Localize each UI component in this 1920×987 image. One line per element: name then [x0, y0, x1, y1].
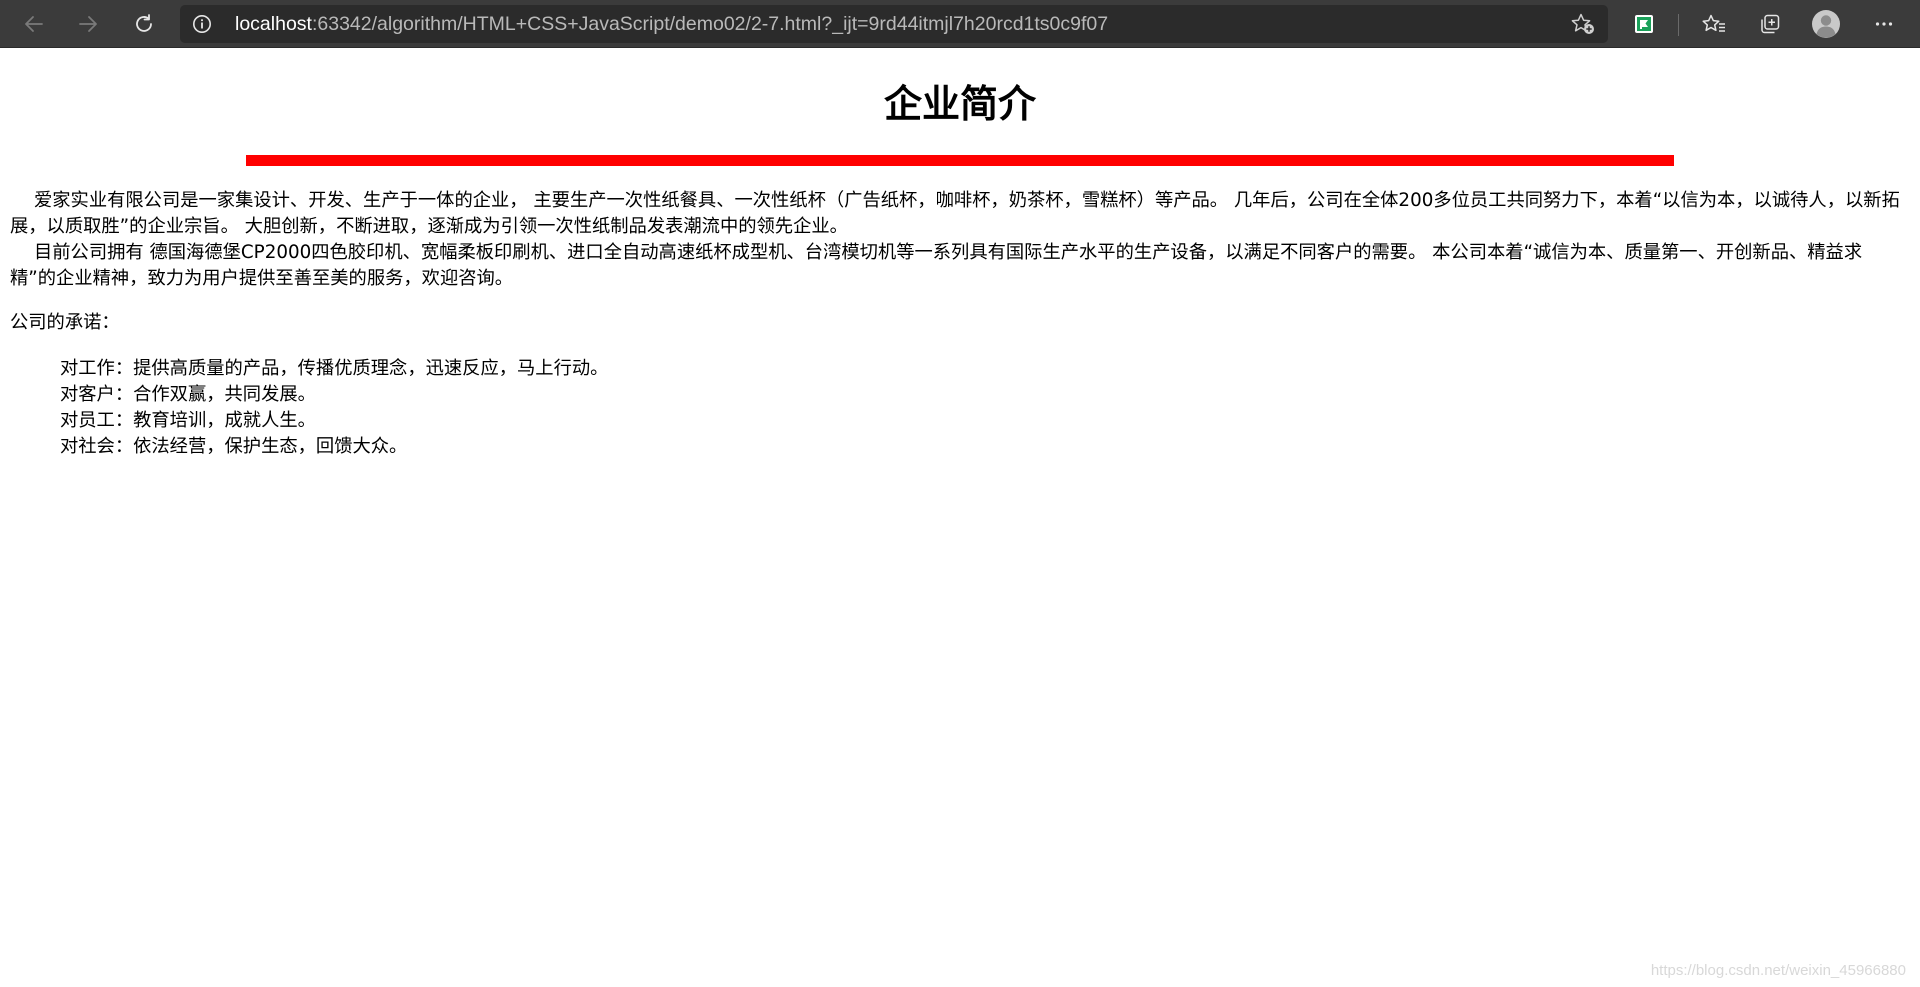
back-arrow-icon [25, 16, 43, 32]
page-content: 企业简介 爱家实业有限公司是一家集设计、开发、生产于一体的企业， 主要生产一次性… [0, 48, 1920, 987]
promise-item: 对员工：教育培训，成就人生。 [60, 410, 316, 431]
forward-arrow-icon [79, 16, 97, 32]
address-bar[interactable]: localhost:63342/algorithm/HTML+CSS+JavaS… [180, 5, 1608, 43]
forward-button[interactable] [70, 6, 106, 42]
promise-label: 公司的承诺： [10, 312, 120, 333]
back-button[interactable] [16, 6, 52, 42]
toolbar-divider [1678, 14, 1679, 36]
more-icon [1875, 22, 1893, 26]
extension-icon [1635, 15, 1653, 33]
red-divider [246, 155, 1674, 166]
url-text[interactable]: localhost:63342/algorithm/HTML+CSS+JavaS… [235, 5, 1108, 43]
extension-button[interactable] [1626, 6, 1662, 42]
browser-toolbar: localhost:63342/algorithm/HTML+CSS+JavaS… [0, 0, 1920, 48]
url-host: localhost [235, 13, 312, 35]
promise-item: 对社会：依法经营，保护生态，回馈大众。 [60, 436, 408, 457]
promise-item: 对客户：合作双赢，共同发展。 [60, 384, 316, 405]
favorites-icon [1702, 14, 1725, 32]
collections-icon [1761, 14, 1780, 34]
profile-button[interactable] [1808, 6, 1844, 42]
refresh-icon [136, 14, 152, 32]
promise-item: 对工作：提供高质量的产品，传播优质理念，迅速反应，马上行动。 [60, 358, 609, 379]
collections-button[interactable] [1752, 6, 1788, 42]
equipment-paragraph: 目前公司拥有 德国海德堡CP2000四色胶印机、宽幅柔板印刷机、进口全自动高速纸… [10, 242, 1863, 289]
profile-icon [1812, 10, 1840, 38]
refresh-button[interactable] [126, 6, 162, 42]
more-button[interactable] [1866, 6, 1902, 42]
favorites-button[interactable] [1696, 6, 1732, 42]
url-path: :63342/algorithm/HTML+CSS+JavaScript/dem… [311, 13, 1109, 35]
intro-paragraph: 爱家实业有限公司是一家集设计、开发、生产于一体的企业， 主要生产一次性纸餐具、一… [10, 190, 1900, 237]
star-plus-icon[interactable] [1570, 12, 1596, 36]
watermark: https://blog.csdn.net/weixin_45966880 [1650, 962, 1906, 979]
page-title: 企业简介 [883, 82, 1036, 126]
promise-list: 对工作：提供高质量的产品，传播优质理念，迅速反应，马上行动。 对客户：合作双赢，… [60, 356, 608, 460]
info-icon[interactable] [192, 14, 212, 34]
